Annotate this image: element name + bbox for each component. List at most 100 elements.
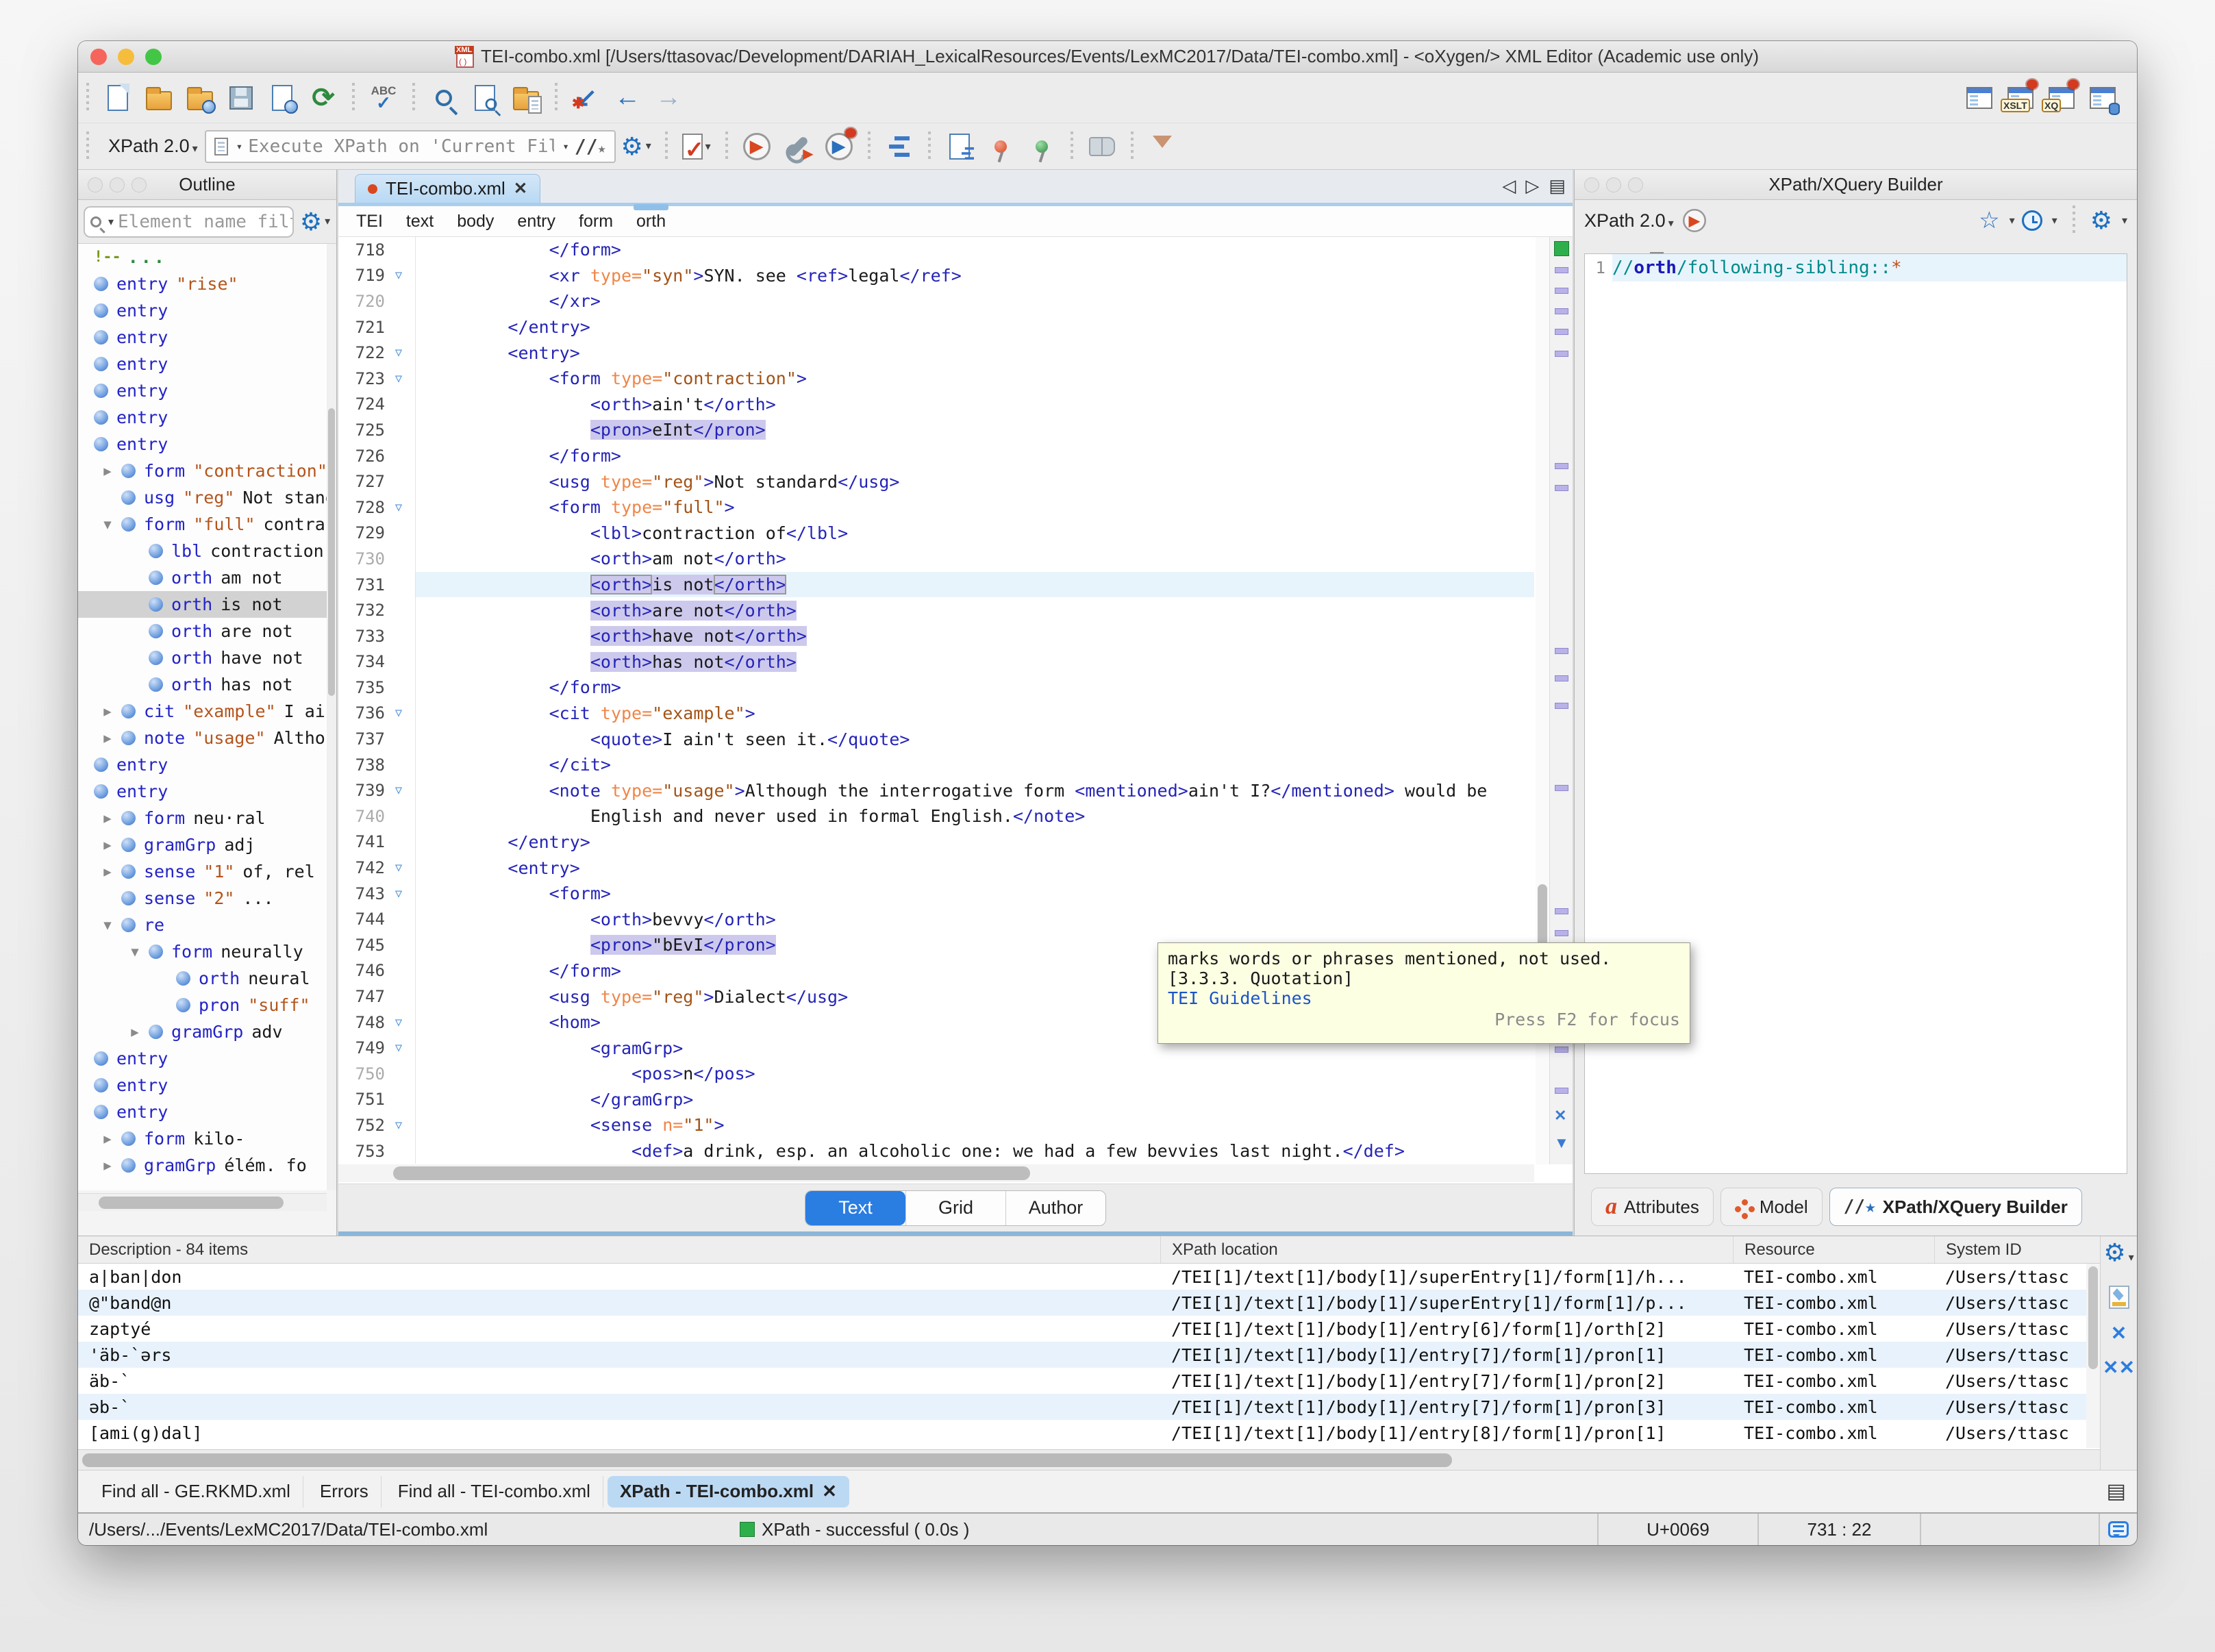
indent-icon[interactable] — [884, 131, 915, 162]
breadcrumb-item-entry[interactable]: entry — [517, 212, 555, 231]
outline-item[interactable]: entry — [78, 1099, 327, 1125]
remove-result-icon[interactable]: ✕ — [2111, 1324, 2127, 1343]
open-folder-icon[interactable] — [143, 82, 175, 114]
tab-xpath-tei-combo[interactable]: XPath - TEI-combo.xml✕ — [608, 1476, 849, 1507]
result-row[interactable]: a|ban|don/TEI[1]/text[1]/body[1]/superEn… — [78, 1264, 2137, 1290]
expanded-arrow-icon[interactable]: ▼ — [94, 918, 121, 933]
result-row[interactable]: 'äb-`ərs/TEI[1]/text[1]/body[1]/entry[7]… — [78, 1342, 2137, 1368]
find-resource-icon[interactable] — [510, 82, 542, 114]
outline-item[interactable]: ▶formneu·ral — [78, 805, 327, 831]
editor-tab-tei-combo[interactable]: TEI-combo.xml ✕ — [355, 174, 540, 203]
outline-item[interactable]: ▼re — [78, 912, 327, 938]
format-indent-icon[interactable] — [944, 131, 975, 162]
back-icon[interactable]: ← — [612, 82, 643, 114]
code-line[interactable]: 737 <quote>I ain't seen it.</quote> — [338, 726, 1534, 752]
outline-item[interactable]: entry — [78, 377, 327, 404]
editor-horizontal-scrollbar[interactable] — [338, 1164, 1534, 1182]
tab-attributes[interactable]: aAttributes — [1591, 1188, 1714, 1226]
author-page-icon[interactable] — [1964, 82, 1995, 114]
expanded-arrow-icon[interactable]: ▼ — [94, 517, 121, 532]
funnel-icon[interactable] — [1147, 131, 1178, 162]
database-perspective-icon[interactable] — [2087, 82, 2118, 114]
result-marker[interactable] — [1555, 351, 1568, 357]
outline-item[interactable]: entry — [78, 404, 327, 431]
code-line[interactable]: 743▽ <form> — [338, 881, 1534, 907]
result-row[interactable]: [ami(g)dal]/TEI[1]/text[1]/body[1]/entry… — [78, 1420, 2137, 1446]
history-clock-icon[interactable] — [2022, 210, 2042, 231]
column-system-id[interactable]: System ID — [1934, 1236, 2085, 1263]
code-line[interactable]: 752▽ <sense n="1"> — [338, 1112, 1534, 1138]
outline-item[interactable]: ortham not — [78, 564, 327, 591]
next-editor-icon[interactable]: ▷ — [1525, 175, 1539, 197]
outline-settings-gear-icon[interactable]: ⚙▾ — [299, 206, 331, 238]
outline-item[interactable]: ▶gramGrpadv — [78, 1018, 327, 1045]
save-url-icon[interactable] — [266, 82, 298, 114]
result-marker[interactable] — [1555, 908, 1568, 914]
collapsed-arrow-icon[interactable]: ▶ — [94, 864, 121, 879]
configure-transformation-icon[interactable]: ▶ — [782, 131, 814, 162]
outline-item[interactable]: ▶gramGrpélém. fo — [78, 1152, 327, 1179]
outline-item[interactable]: entry — [78, 1045, 327, 1072]
panel-list-icon[interactable]: ▤ — [2107, 1479, 2126, 1503]
outline-item[interactable]: ▶gramGrpadj — [78, 831, 327, 858]
ruler-down-icon[interactable]: ▼ — [1554, 1134, 1569, 1152]
code-line[interactable]: 742▽ <entry> — [338, 855, 1534, 881]
validate-icon[interactable]: ▾ — [681, 131, 712, 162]
view-button-author[interactable]: Author — [1005, 1191, 1105, 1225]
code-line[interactable]: 719▽ <xr type="syn">SYN. see <ref>legal<… — [338, 263, 1534, 289]
outline-item[interactable]: ▼form"full"contraction — [78, 511, 327, 538]
fold-arrow-icon[interactable]: ▽ — [385, 861, 412, 875]
fold-arrow-icon[interactable]: ▽ — [385, 1041, 412, 1055]
outline-item[interactable]: ▶cit"example"I ain't — [78, 698, 327, 725]
result-marker[interactable] — [1555, 308, 1568, 314]
result-row[interactable]: əb-`/TEI[1]/text[1]/body[1]/entry[7]/for… — [78, 1394, 2137, 1420]
documentation-icon[interactable] — [1086, 131, 1118, 162]
result-marker[interactable] — [1555, 648, 1568, 654]
fold-arrow-icon[interactable]: ▽ — [385, 1118, 412, 1132]
outline-item[interactable]: entry — [78, 324, 327, 351]
fold-arrow-icon[interactable]: ▽ — [385, 372, 412, 386]
outline-item[interactable]: orthis not — [78, 591, 327, 618]
outline-item[interactable]: orthhave not — [78, 644, 327, 671]
results-horizontal-scrollbar[interactable] — [78, 1449, 2100, 1470]
reload-icon[interactable]: ⟳ — [308, 82, 339, 114]
outline-item[interactable]: orthneural — [78, 965, 327, 992]
collapsed-arrow-icon[interactable]: ▶ — [94, 704, 121, 719]
outline-item[interactable]: entry — [78, 1072, 327, 1099]
result-marker[interactable] — [1555, 675, 1568, 681]
code-line[interactable]: 718 </form> — [338, 237, 1534, 263]
result-row[interactable]: @"band@n/TEI[1]/text[1]/body[1]/superEnt… — [78, 1290, 2137, 1316]
code-line[interactable]: 720 </xr> — [338, 288, 1534, 314]
back-to-last-modification-icon[interactable]: ↙✱ — [571, 82, 602, 114]
element-name-filter-input[interactable]: ▾ Element name filter — [84, 206, 294, 238]
result-marker[interactable] — [1555, 485, 1568, 491]
outline-item[interactable]: ▶form"contraction" — [78, 458, 327, 484]
outline-vertical-scrollbar[interactable] — [327, 244, 336, 1190]
spell-check-icon[interactable]: ABC✓ — [368, 82, 399, 114]
execute-xpath-button[interactable]: ▶ — [1683, 209, 1706, 232]
collapsed-arrow-icon[interactable]: ▶ — [121, 1025, 149, 1040]
breadcrumb-item-TEI[interactable]: TEI — [356, 212, 383, 231]
save-icon[interactable] — [225, 82, 257, 114]
outline-item[interactable]: entry — [78, 431, 327, 458]
close-tab-icon[interactable]: ✕ — [822, 1481, 837, 1502]
outline-item[interactable]: orthhas not — [78, 671, 327, 698]
xpath-expression-combo[interactable]: ▾ Execute XPath on 'Current File' ▾ //★ — [205, 130, 616, 163]
result-marker[interactable] — [1555, 703, 1568, 709]
code-line[interactable]: 727 <usg type="reg">Not standard</usg> — [338, 468, 1534, 495]
view-button-text[interactable]: Text — [805, 1191, 905, 1225]
collapsed-arrow-icon[interactable]: ▶ — [94, 1131, 121, 1147]
code-line[interactable]: 735 </form> — [338, 675, 1534, 701]
outline-item[interactable]: ▶note"usage"Although — [78, 725, 327, 751]
breadcrumb-item-text[interactable]: text — [406, 212, 434, 231]
collapsed-arrow-icon[interactable]: ▶ — [94, 811, 121, 826]
result-marker[interactable] — [1555, 1047, 1568, 1053]
code-line[interactable]: 740 English and never used in formal Eng… — [338, 803, 1534, 829]
tab-model[interactable]: Model — [1720, 1188, 1823, 1226]
tab-find-all-tei-combo[interactable]: Find all - TEI-combo.xml — [386, 1476, 603, 1507]
fold-arrow-icon[interactable]: ▽ — [385, 346, 412, 360]
editor-list-icon[interactable]: ▤ — [1549, 175, 1566, 197]
outline-item[interactable]: entry"rise" — [78, 271, 327, 297]
debug-icon[interactable]: ▶ — [823, 131, 855, 162]
result-marker[interactable] — [1555, 463, 1568, 469]
